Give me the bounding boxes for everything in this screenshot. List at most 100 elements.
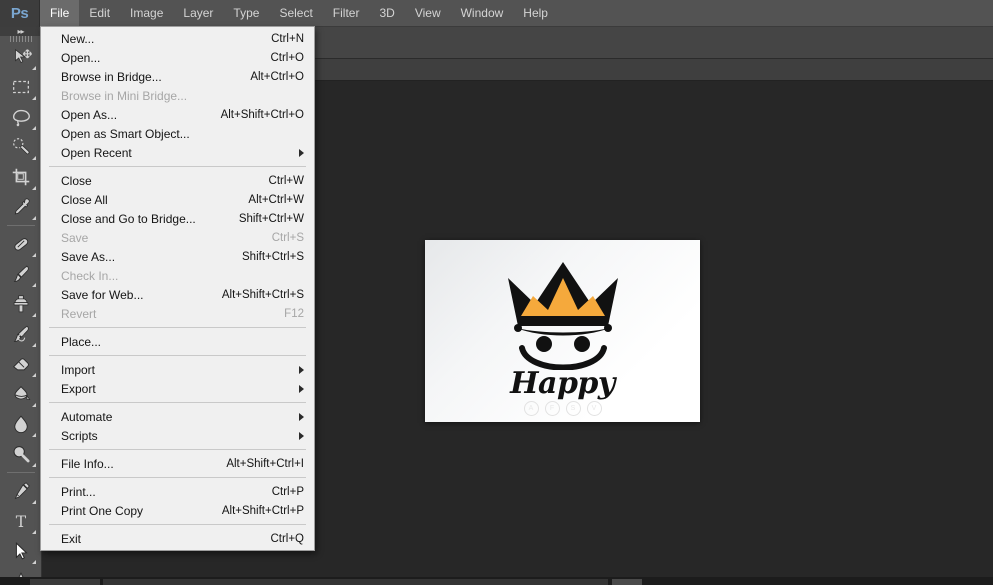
- file-menu-item-save-as[interactable]: Save As... Shift+Ctrl+S: [41, 247, 314, 266]
- eraser-tool[interactable]: [4, 349, 38, 379]
- menu-separator: [49, 166, 306, 167]
- menu-image[interactable]: Image: [120, 0, 173, 27]
- file-menu-item-save: Save Ctrl+S: [41, 228, 314, 247]
- file-menu-item-open[interactable]: Open... Ctrl+O: [41, 48, 314, 67]
- menu-separator: [49, 355, 306, 356]
- file-menu-item-new[interactable]: New... Ctrl+N: [41, 29, 314, 48]
- history-brush-tool[interactable]: [4, 319, 38, 349]
- menu-separator: [49, 477, 306, 478]
- file-menu-item-revert: Revert F12: [41, 304, 314, 323]
- file-menu-item-label: Scripts: [61, 428, 98, 443]
- file-menu-item-label: Print...: [61, 484, 96, 499]
- menu-filter[interactable]: Filter: [323, 0, 370, 27]
- file-menu-item-label: Exit: [61, 531, 82, 546]
- file-menu-item-label: Browse in Mini Bridge...: [61, 88, 188, 103]
- file-menu-item-shortcut: Shift+Ctrl+S: [242, 250, 304, 263]
- tool-group-indicator: [31, 283, 36, 287]
- move-tool[interactable]: [4, 42, 38, 72]
- taskbar-item[interactable]: [30, 579, 100, 585]
- menu-window[interactable]: Window: [451, 0, 514, 27]
- file-menu-item-open-recent[interactable]: Open Recent: [41, 143, 314, 162]
- menu-file[interactable]: File: [40, 0, 80, 27]
- quick-selection-tool[interactable]: [4, 132, 38, 162]
- file-menu-item-label: Open As...: [61, 107, 118, 122]
- taskbar-item[interactable]: [612, 579, 642, 585]
- menu-help[interactable]: Help: [513, 0, 558, 27]
- file-menu-item-automate[interactable]: Automate: [41, 407, 314, 426]
- file-menu-item-close[interactable]: Close Ctrl+W: [41, 171, 314, 190]
- file-menu-item-shortcut: Ctrl+Q: [270, 532, 304, 545]
- horizontal-type-tool[interactable]: T: [4, 506, 38, 536]
- file-menu-item-label: Import: [61, 362, 96, 377]
- file-menu-item-close-and-go-to-bridge[interactable]: Close and Go to Bridge... Shift+Ctrl+W: [41, 209, 314, 228]
- eyedropper-tool[interactable]: [4, 192, 38, 222]
- menu-separator: [49, 327, 306, 328]
- crop-tool[interactable]: [4, 162, 38, 192]
- photoshop-logo: Ps: [0, 0, 40, 27]
- watermark: AFSV: [523, 401, 602, 416]
- menu-3d[interactable]: 3D: [369, 0, 404, 27]
- file-menu-item-print[interactable]: Print... Ctrl+P: [41, 482, 314, 501]
- file-menu-item-shortcut: Alt+Shift+Ctrl+S: [221, 288, 304, 301]
- file-menu-item-label: Export: [61, 381, 96, 396]
- rectangular-marquee-tool[interactable]: [4, 72, 38, 102]
- file-menu-dropdown[interactable]: New... Ctrl+N Open... Ctrl+O Browse in Bridg…: [40, 26, 315, 551]
- file-menu-item-import[interactable]: Import: [41, 360, 314, 379]
- tool-group-indicator: [31, 156, 36, 160]
- tool-group-indicator: [31, 560, 36, 564]
- submenu-arrow-icon: [299, 365, 304, 374]
- tool-group-indicator: [31, 253, 36, 257]
- document-canvas[interactable]: Happy AFSV: [425, 240, 700, 422]
- tool-group-indicator: [31, 126, 36, 130]
- brush-tool[interactable]: [4, 259, 38, 289]
- crown-smiley-icon: [507, 262, 618, 370]
- file-menu-item-print-one-copy[interactable]: Print One Copy Alt+Shift+Ctrl+P: [41, 501, 314, 520]
- menu-edit[interactable]: Edit: [79, 0, 120, 27]
- file-menu-item-label: Save: [61, 230, 89, 245]
- pen-tool[interactable]: [4, 476, 38, 506]
- watermark-mark: F: [544, 401, 560, 416]
- tool-group-indicator: [31, 373, 36, 377]
- file-menu-item-browse-in-bridge[interactable]: Browse in Bridge... Alt+Ctrl+O: [41, 67, 314, 86]
- tool-group-indicator: [31, 403, 36, 407]
- submenu-arrow-icon: [299, 431, 304, 440]
- spot-healing-brush-tool[interactable]: [4, 229, 38, 259]
- file-menu-item-close-all[interactable]: Close All Alt+Ctrl+W: [41, 190, 314, 209]
- file-menu-item-label: Automate: [61, 409, 113, 424]
- file-menu-item-open-as[interactable]: Open As... Alt+Shift+Ctrl+O: [41, 105, 314, 124]
- blur-tool[interactable]: [4, 409, 38, 439]
- menu-bar: Ps File Edit Image Layer Type Select Filter 3D V…: [0, 0, 993, 27]
- menu-select[interactable]: Select: [269, 0, 322, 27]
- file-menu-item-browse-in-mini-bridge: Browse in Mini Bridge...: [41, 86, 314, 105]
- artwork-wordmark: Happy: [510, 366, 615, 401]
- gradient-tool[interactable]: [4, 379, 38, 409]
- file-menu-item-scripts[interactable]: Scripts: [41, 426, 314, 445]
- menu-view[interactable]: View: [405, 0, 451, 27]
- file-menu-item-exit[interactable]: Exit Ctrl+Q: [41, 529, 314, 548]
- file-menu-item-label: Close: [61, 173, 92, 188]
- tool-group-indicator: [31, 343, 36, 347]
- file-menu-item-shortcut: Alt+Ctrl+O: [250, 70, 304, 83]
- file-menu-item-label: Open as Smart Object...: [61, 126, 190, 141]
- file-menu-item-label: Revert: [61, 306, 97, 321]
- file-menu-item-shortcut: Alt+Shift+Ctrl+I: [226, 457, 304, 470]
- clone-stamp-tool[interactable]: [4, 289, 38, 319]
- taskbar-item[interactable]: [103, 579, 608, 585]
- tool-group-indicator: [31, 313, 36, 317]
- file-menu-item-place[interactable]: Place...: [41, 332, 314, 351]
- file-menu-item-open-as-smart-object[interactable]: Open as Smart Object...: [41, 124, 314, 143]
- file-menu-item-file-info[interactable]: File Info... Alt+Shift+Ctrl+I: [41, 454, 314, 473]
- menu-type[interactable]: Type: [223, 0, 269, 27]
- path-selection-tool[interactable]: [4, 536, 38, 566]
- tool-group-indicator: [31, 530, 36, 534]
- file-menu-item-shortcut: Ctrl+S: [271, 231, 304, 244]
- file-menu-item-save-for-web[interactable]: Save for Web... Alt+Shift+Ctrl+S: [41, 285, 314, 304]
- lasso-tool[interactable]: [4, 102, 38, 132]
- collapse-panel-icon[interactable]: ▸▸: [0, 27, 42, 36]
- file-menu-item-export[interactable]: Export: [41, 379, 314, 398]
- artwork: Happy: [425, 240, 700, 422]
- file-menu-item-shortcut: Ctrl+O: [270, 51, 304, 64]
- dodge-tool[interactable]: [4, 439, 38, 469]
- file-menu-item-shortcut: Alt+Ctrl+W: [248, 193, 304, 206]
- menu-layer[interactable]: Layer: [173, 0, 223, 27]
